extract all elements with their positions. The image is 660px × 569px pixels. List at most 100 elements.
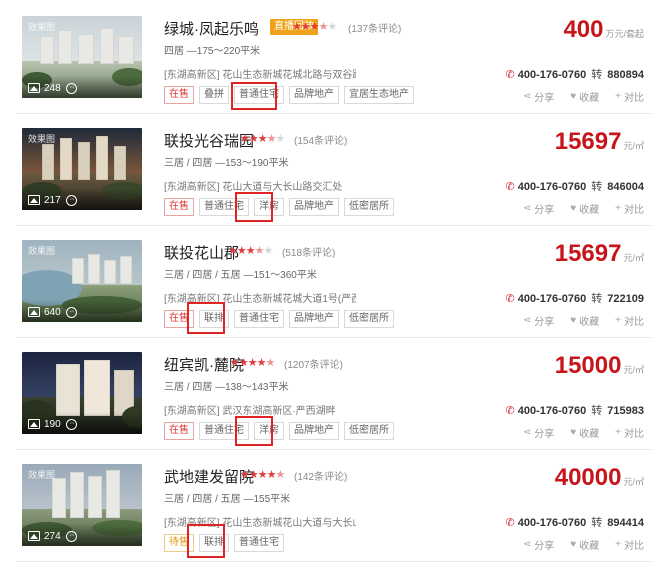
heart-icon: ♥ [570,427,577,438]
status-tag: 在售 [164,310,194,328]
photo-count: 190 [44,419,61,430]
compare-button[interactable]: + 对比 [615,425,644,440]
phone-number: 400-176-0760 [517,69,587,81]
favorite-button[interactable]: ♥ 收藏 [570,201,599,216]
address: [东湖高新区] 花山生态新城花山大道与大长山路... [164,518,356,529]
rating-stars: ★★★★★ [292,21,337,33]
listing-card[interactable]: 效果图 248 ··· 绿城·凤起乐鸣 直播回放 ★★★★★ (137条评论) … [0,16,660,128]
photo-count: 640 [44,307,61,318]
favorite-button[interactable]: ♥ 收藏 [570,89,599,104]
heart-icon: ♥ [570,91,577,102]
tag: 联排 [199,534,229,552]
plus-icon: + [615,203,621,214]
share-button[interactable]: ⋖ 分享 [523,313,554,328]
phone-number: 400-176-0760 [517,517,587,529]
thumbnail-caption: 效果图 [28,22,56,32]
tag: 品牌地产 [289,198,339,216]
price: 40000 元/㎡ [555,464,644,492]
listing-title[interactable]: 绿城·凤起乐鸣 [164,18,259,39]
thumbnail-caption: 效果图 [28,246,56,256]
ext-separator: 转 [591,405,603,417]
photo-icon [28,195,40,205]
phone-icon: ✆ [505,293,515,305]
listing-thumbnail[interactable]: 效果图 274 ··· [22,464,142,546]
share-label: 分享 [534,93,555,104]
share-icon: ⋖ [522,203,532,214]
status-tag: 在售 [164,86,194,104]
compare-label: 对比 [624,541,644,552]
action-bar: ⋖ 分享 ♥ 收藏 + 对比 [523,313,644,328]
price: 15697 元/㎡ [555,240,644,268]
price-value: 15697 [554,240,622,267]
thumbnail-caption: 效果图 [28,470,56,480]
share-icon: ⋖ [522,91,532,102]
compare-button[interactable]: + 对比 [615,537,644,552]
tag-list: 在售 普通住宅 洋房 品牌地产 低密居所 [164,422,394,440]
plus-icon: + [615,315,621,326]
listing-thumbnail[interactable]: 效果图 640 ··· [22,240,142,322]
status-tag: 在售 [164,422,194,440]
tag-list: 在售 叠拼 普通住宅 品牌地产 宜居生态地产 [164,86,414,104]
action-bar: ⋖ 分享 ♥ 收藏 + 对比 [523,89,644,104]
price: 15000 元/㎡ [555,352,644,380]
chat-bubble-icon[interactable]: ··· [66,83,77,94]
share-button[interactable]: ⋖ 分享 [523,201,554,216]
review-count-link[interactable]: (137条评论) [348,20,401,35]
compare-label: 对比 [624,317,644,328]
phone-contact[interactable]: ✆ 400-176-0760 转 880894 [506,66,644,82]
share-button[interactable]: ⋖ 分享 [523,89,554,104]
address: [东湖高新区] 武汉东湖高新区·严西湖畔 [164,406,336,417]
favorite-button[interactable]: ♥ 收藏 [570,425,599,440]
ext-separator: 转 [591,181,603,193]
compare-label: 对比 [624,205,644,216]
phone-extension: 880894 [607,69,644,81]
review-count-link[interactable]: (142条评论) [294,468,347,483]
address: [东湖高新区] 花山生态新城花城北路与双谷路的... [164,70,356,81]
chat-bubble-icon[interactable]: ··· [66,307,77,318]
compare-button[interactable]: + 对比 [615,313,644,328]
tag: 品牌地产 [289,422,339,440]
listing-thumbnail[interactable]: 190 ··· [22,352,142,434]
share-button[interactable]: ⋖ 分享 [523,425,554,440]
ext-separator: 转 [591,517,603,529]
chat-bubble-icon[interactable]: ··· [66,195,77,206]
rating-stars: ★★★★★ [240,133,285,145]
share-label: 分享 [534,317,555,328]
share-label: 分享 [534,541,555,552]
review-count-link[interactable]: (154条评论) [294,132,347,147]
listing-card[interactable]: 效果图 640 ··· 联投花山郡 ★★★★★ (518条评论) 三居 / 四居… [0,240,660,352]
compare-button[interactable]: + 对比 [615,89,644,104]
phone-contact[interactable]: ✆ 400-176-0760 转 894414 [506,514,644,530]
compare-button[interactable]: + 对比 [615,201,644,216]
listing-thumbnail[interactable]: 效果图 217 ··· [22,128,142,210]
review-count-link[interactable]: (518条评论) [282,244,335,259]
rating-stars: ★★★★★ [230,357,275,369]
favorite-label: 收藏 [579,93,600,104]
phone-contact[interactable]: ✆ 400-176-0760 转 846004 [506,178,644,194]
share-label: 分享 [534,205,555,216]
favorite-button[interactable]: ♥ 收藏 [570,313,599,328]
chat-bubble-icon[interactable]: ··· [66,531,77,542]
action-bar: ⋖ 分享 ♥ 收藏 + 对比 [523,425,644,440]
chat-bubble-icon[interactable]: ··· [66,419,77,430]
phone-extension: 715983 [607,405,644,417]
phone-contact[interactable]: ✆ 400-176-0760 转 722109 [506,290,644,306]
thumbnail-caption: 效果图 [28,134,56,144]
listing-card[interactable]: 效果图 217 ··· 联投光谷瑞园 ★★★★★ (154条评论) 三居 / 四… [0,128,660,240]
review-count-link[interactable]: (1207条评论) [284,356,343,371]
listing-card[interactable]: 效果图 274 ··· 武地建发留院 ★★★★★ (142条评论) 三居 / 四… [0,464,660,569]
action-bar: ⋖ 分享 ♥ 收藏 + 对比 [523,537,644,552]
share-button[interactable]: ⋖ 分享 [523,537,554,552]
plus-icon: + [615,91,621,102]
phone-number: 400-176-0760 [517,293,587,305]
price-value: 400 [563,16,604,43]
photo-icon [28,83,40,93]
favorite-button[interactable]: ♥ 收藏 [570,537,599,552]
tag: 低密居所 [344,310,394,328]
listing-card[interactable]: 190 ··· 纽宾凯·麓院 ★★★★★ (1207条评论) 三居 / 四居 —… [0,352,660,464]
phone-icon: ✆ [505,517,515,529]
layout-info: 三居 / 四居 —138～143平米 [164,382,289,393]
price: 15697 元/㎡ [555,128,644,156]
listing-thumbnail[interactable]: 效果图 248 ··· [22,16,142,98]
phone-contact[interactable]: ✆ 400-176-0760 转 715983 [506,402,644,418]
